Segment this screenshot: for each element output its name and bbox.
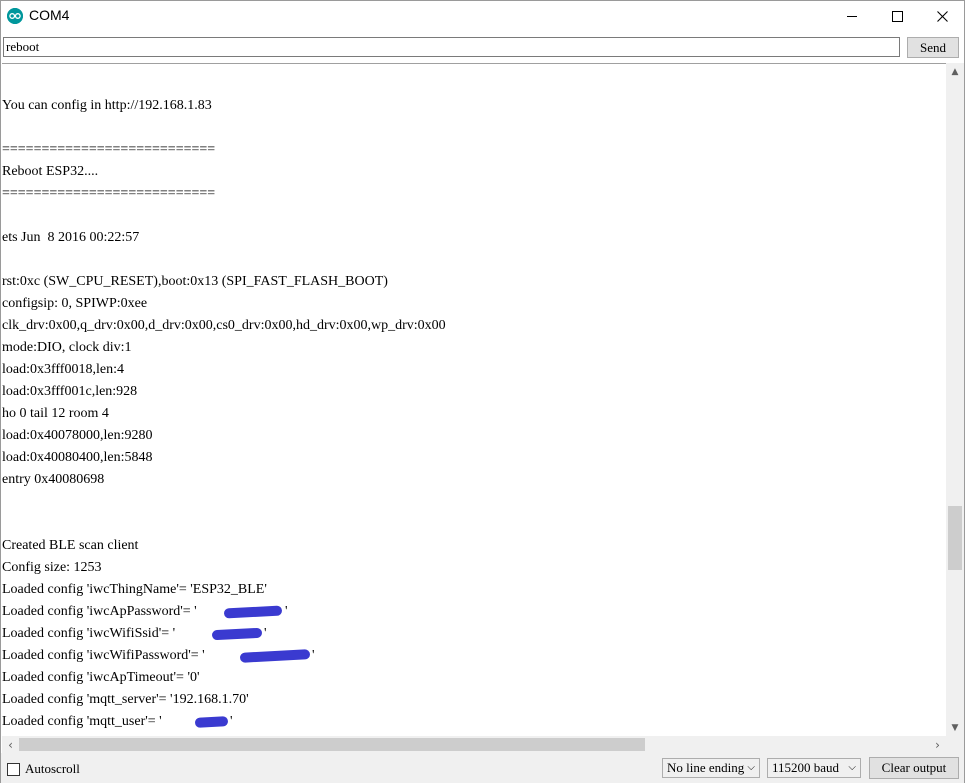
output-line: ho 0 tail 12 room 4 <box>2 406 109 421</box>
output-line: configsip: 0, SPIWP:0xee <box>2 296 148 311</box>
redaction-mark <box>211 627 263 641</box>
line-ending-value: No line ending <box>667 760 745 775</box>
output-line: ets Jun 8 2016 00:22:57 <box>2 230 140 245</box>
output-line: Loaded config 'iwcApTimeout'= '0' <box>2 670 200 685</box>
output-line: =========================== <box>2 186 216 201</box>
minimize-button[interactable] <box>830 1 875 32</box>
scrollbar-corner <box>946 736 964 753</box>
window-title: COM4 <box>29 7 70 23</box>
output-line: Loaded config 'iwcWifiSsid'= ' <box>2 626 176 641</box>
redaction-mark <box>239 649 311 663</box>
scroll-left-icon[interactable]: ‹ <box>2 736 19 753</box>
arduino-icon <box>7 8 23 24</box>
output-line: load:0x3fff0018,len:4 <box>2 362 124 377</box>
horizontal-scroll-thumb[interactable] <box>19 738 645 751</box>
output-line: load:0x40078000,len:9280 <box>2 428 153 443</box>
vertical-scroll-thumb[interactable] <box>948 506 962 570</box>
output-line: Loaded config 'mqtt_server'= '192.168.1.… <box>2 692 249 707</box>
maximize-button[interactable] <box>875 1 920 32</box>
output-quote: ' <box>264 626 267 641</box>
chevron-down-icon: ⌵ <box>747 762 755 773</box>
output-line: Loaded config 'iwcWifiPassword'= ' <box>2 648 205 663</box>
maximize-icon <box>892 11 903 22</box>
baud-rate-select[interactable]: 115200 baud ⌵ <box>767 758 861 778</box>
command-input[interactable] <box>3 37 900 57</box>
scroll-right-icon[interactable]: › <box>929 736 946 753</box>
output-line: Loaded config 'iwcApPassword'= ' <box>2 604 197 619</box>
title-bar[interactable]: COM4 <box>1 1 964 32</box>
output-quote: ' <box>230 714 233 729</box>
horizontal-scrollbar[interactable]: ‹ › <box>2 736 946 753</box>
output-line: entry 0x40080698 <box>2 472 105 487</box>
baud-rate-value: 115200 baud <box>772 760 840 775</box>
bottom-toolbar: Autoscroll No line ending ⌵ 115200 baud … <box>1 753 964 783</box>
autoscroll-toggle[interactable]: Autoscroll <box>7 761 80 777</box>
scroll-down-icon[interactable]: ▼ <box>946 719 964 736</box>
serial-monitor-window: COM4 Send You can config in http://192.1… <box>0 0 965 783</box>
output-line: Loaded config 'iwcThingName'= 'ESP32_BLE… <box>2 582 267 597</box>
output-line: You can config in http://192.168.1.83 <box>2 98 212 113</box>
output-line: load:0x40080400,len:5848 <box>2 450 153 465</box>
autoscroll-label: Autoscroll <box>25 761 80 776</box>
redaction-mark <box>194 716 229 728</box>
output-line: Config size: 1253 <box>2 560 102 575</box>
scroll-up-icon[interactable]: ▲ <box>946 63 964 80</box>
send-button[interactable]: Send <box>907 37 959 58</box>
output-line: Loaded config 'mqtt_user'= ' <box>2 714 162 729</box>
output-line: mode:DIO, clock div:1 <box>2 340 132 355</box>
output-line: =========================== <box>2 142 216 157</box>
close-button[interactable] <box>920 1 965 32</box>
chevron-down-icon: ⌵ <box>848 762 856 773</box>
output-line: Created BLE scan client <box>2 538 139 553</box>
redaction-mark <box>223 605 283 619</box>
output-line: clk_drv:0x00,q_drv:0x00,d_drv:0x00,cs0_d… <box>2 318 446 333</box>
vertical-scrollbar[interactable]: ▲ ▼ <box>946 63 964 736</box>
line-ending-select[interactable]: No line ending ⌵ <box>662 758 760 778</box>
output-quote: ' <box>285 604 288 619</box>
output-line: Reboot ESP32.... <box>2 164 99 179</box>
close-icon <box>937 11 948 22</box>
serial-output[interactable]: You can config in http://192.168.1.83 ==… <box>2 63 946 735</box>
output-line: rst:0xc (SW_CPU_RESET),boot:0x13 (SPI_FA… <box>2 274 388 289</box>
minimize-icon <box>847 16 857 17</box>
clear-output-button[interactable]: Clear output <box>869 757 959 779</box>
output-line: load:0x3fff001c,len:928 <box>2 384 138 399</box>
output-quote: ' <box>312 648 315 663</box>
autoscroll-checkbox[interactable] <box>7 762 20 776</box>
